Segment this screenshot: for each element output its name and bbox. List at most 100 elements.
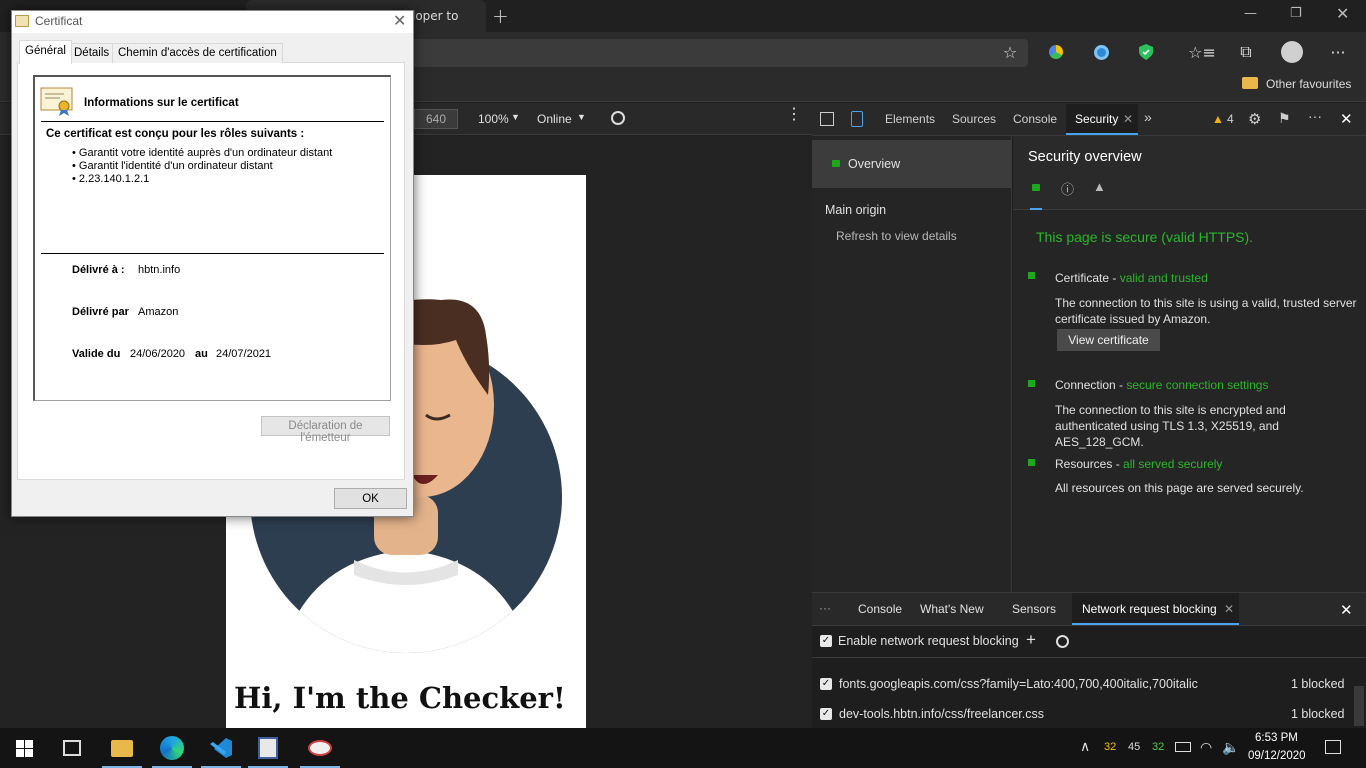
new-tab-icon[interactable]: + (492, 4, 509, 28)
search-extension-icon[interactable] (1089, 40, 1113, 64)
feedback-icon[interactable]: ⚑ (1278, 110, 1291, 127)
close-window-icon[interactable]: ✕ (1336, 4, 1349, 23)
view-certificate-button[interactable]: View certificate (1057, 329, 1160, 351)
tray-number: 32 (1104, 741, 1117, 753)
close-tab-icon[interactable]: ✕ (1123, 112, 1133, 126)
volume-icon[interactable]: 🔈 (1222, 739, 1239, 756)
vscode-icon[interactable] (197, 728, 245, 768)
certificate-icon (15, 15, 29, 27)
tab-details[interactable]: Détails (68, 43, 116, 63)
blocked-count: 1 blocked (1291, 707, 1345, 721)
close-devtools-icon[interactable]: ✕ (1340, 110, 1353, 128)
notification-icon[interactable] (1325, 740, 1341, 754)
certificate-seal-icon (40, 87, 73, 116)
main-origin-label: Main origin (825, 203, 887, 217)
more-tabs-icon[interactable]: » (1144, 109, 1152, 125)
devtools-more-icon[interactable]: ··· (1308, 108, 1322, 124)
address-bar[interactable] (410, 39, 1028, 67)
page-heading: Hi, I'm the Checker! (234, 681, 566, 715)
issued-by-label: Délivré par (72, 306, 129, 318)
tray-number: 45 (1128, 741, 1141, 753)
dialog-title: Certificat (35, 14, 83, 28)
info-icon[interactable]: ⓘ (1061, 179, 1074, 198)
sidebar-item-overview[interactable] (812, 140, 1011, 188)
profile-icon[interactable] (1280, 40, 1304, 64)
clock-time[interactable]: 6:53 PM (1255, 732, 1298, 744)
connection-status: secure connection settings (1126, 378, 1269, 392)
pattern-checkbox[interactable]: ✓ (820, 678, 832, 690)
shield-extension-icon[interactable] (1134, 40, 1158, 64)
collections-icon[interactable]: ⧉ (1234, 40, 1258, 64)
close-drawer-icon[interactable]: ✕ (1340, 601, 1353, 619)
warning-count[interactable]: 4 (1227, 112, 1234, 126)
resources-row: Resources - all served securely (1055, 457, 1222, 471)
tab-certification-path[interactable]: Chemin d'accès de certification (112, 43, 283, 63)
add-pattern-icon[interactable]: + (1026, 630, 1036, 650)
security-overview-header (1013, 136, 1366, 210)
extension-icon[interactable] (1044, 40, 1068, 64)
lock-icon (1032, 184, 1040, 191)
file-explorer-icon[interactable] (98, 728, 146, 768)
close-drawer-tab-icon[interactable]: ✕ (1224, 602, 1234, 616)
valid-to: 24/07/2021 (216, 348, 272, 360)
tab-general[interactable]: Général (19, 40, 72, 64)
restore-icon[interactable]: ❐ (1290, 6, 1302, 21)
tray-chevron-up-icon[interactable]: ∧ (1080, 738, 1090, 755)
clock-date[interactable]: 09/12/2020 (1248, 750, 1306, 762)
chevron-down-icon: ▼ (577, 112, 586, 122)
paint-icon[interactable] (296, 728, 344, 768)
tab-sources[interactable]: Sources (952, 112, 996, 126)
other-favourites[interactable]: Other favourites (1266, 77, 1351, 91)
drawer-tab-sensors[interactable]: Sensors (1012, 602, 1056, 616)
blocked-count: 1 blocked (1291, 677, 1345, 691)
enable-blocking-label: Enable network request blocking (838, 634, 1019, 648)
tab-console[interactable]: Console (1013, 112, 1057, 126)
device-toggle-icon[interactable] (851, 111, 863, 127)
tab-title: loper to (412, 9, 459, 23)
rotate-icon[interactable] (611, 111, 625, 125)
inspect-icon[interactable] (820, 112, 834, 126)
tab-security[interactable]: Security (1075, 112, 1118, 126)
blocked-pattern: dev-tools.hbtn.info/css/freelancer.css (839, 707, 1044, 721)
snipping-tool-icon[interactable] (244, 728, 292, 768)
blocked-pattern: fonts.googleapis.com/css?family=Lato:400… (839, 677, 1198, 691)
emulation-more-icon[interactable]: ⋮ (786, 107, 802, 123)
wifi-icon[interactable]: ◠ (1200, 739, 1212, 756)
drawer-tab-console[interactable]: Console (858, 602, 902, 616)
zoom-select[interactable]: 100% (478, 112, 509, 126)
tab-elements[interactable]: Elements (885, 112, 935, 126)
security-summary: This page is secure (valid HTTPS). (1036, 229, 1254, 245)
windows-start-icon[interactable] (16, 740, 33, 757)
dialog-close-icon[interactable]: ✕ (393, 11, 406, 31)
task-view-icon[interactable] (63, 740, 81, 756)
warning-triangle-icon[interactable]: ▲ (1093, 179, 1106, 194)
favorites-icon[interactable]: ☆≡ (1188, 40, 1216, 64)
resources-desc: All resources on this page are served se… (1055, 481, 1304, 495)
clear-patterns-icon[interactable] (1056, 635, 1069, 648)
issuer-statement-button[interactable]: Déclaration de l'émetteur (261, 416, 390, 444)
settings-gear-icon[interactable]: ⚙ (1248, 110, 1261, 128)
lock-selection-indicator (1030, 206, 1042, 210)
enable-blocking-checkbox[interactable]: ✓ (820, 635, 832, 647)
battery-icon[interactable] (1175, 742, 1191, 752)
ok-button[interactable]: OK (334, 488, 407, 509)
certificate-info-heading: Informations sur le certificat (84, 97, 239, 109)
status-square-icon (1028, 459, 1035, 466)
viewport-height-input[interactable]: 640 (426, 112, 446, 126)
drawer-tab-whats-new[interactable]: What's New (920, 602, 984, 616)
warning-icon[interactable]: ▲ (1212, 112, 1224, 126)
edge-icon[interactable] (148, 728, 196, 768)
tray-number: 32 (1152, 741, 1165, 753)
pattern-checkbox[interactable]: ✓ (820, 708, 832, 720)
drawer-tab-network-blocking[interactable]: Network request blocking (1082, 602, 1217, 616)
certificate-row: Certificate - valid and trusted (1055, 271, 1208, 285)
more-menu-icon[interactable]: ··· (1326, 40, 1350, 64)
certificate-desc: The connection to this site is using a v… (1055, 296, 1357, 326)
status-square-icon (1028, 380, 1035, 387)
connection-row: Connection - secure connection settings (1055, 378, 1268, 392)
drawer-scrollbar[interactable] (1354, 686, 1364, 726)
throttling-select[interactable]: Online (537, 112, 572, 126)
minimize-icon[interactable]: — (1244, 6, 1257, 21)
favorite-star-icon[interactable]: ☆ (998, 40, 1022, 64)
drawer-more-icon[interactable]: ··· (819, 601, 831, 615)
